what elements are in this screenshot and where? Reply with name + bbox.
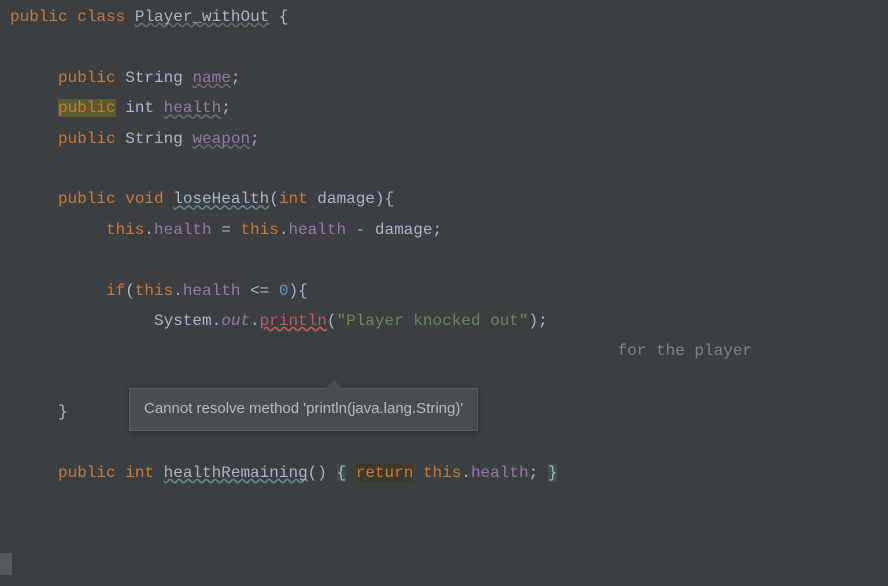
var-ref: damage [375,221,433,239]
dot: . [212,312,222,330]
keyword: void [125,190,163,208]
brace: { [298,282,308,300]
class-name: Player_withOut [135,8,269,26]
semi: ; [432,221,442,239]
semi: ; [221,99,231,117]
dot: . [461,464,471,482]
tooltip-text: Cannot resolve method 'println(java.lang… [144,400,463,417]
comment-tail: for the player [608,342,752,360]
field-ref: health [183,282,241,300]
type: String [125,130,183,148]
blank-line[interactable] [10,32,878,62]
rparen: ) [529,312,539,330]
code-line-println[interactable]: System.out.println("Player knocked out")… [10,306,878,336]
keyword: public [58,190,116,208]
code-line-method-losehealth[interactable]: public void loseHealth(int damage){ [10,184,878,214]
this-keyword: this [423,464,461,482]
field-ref: health [288,221,346,239]
lparen: ( [125,282,135,300]
this-keyword: this [106,221,144,239]
keyword: if [106,282,125,300]
number: 0 [279,282,289,300]
dot: . [173,282,183,300]
code-line-assign[interactable]: this.health = this.health - damage; [10,215,878,245]
method-name: loseHealth [173,190,269,208]
keyword: return [356,464,414,482]
field-name: health [164,99,222,117]
field-name: weapon [192,130,250,148]
brace: { [279,8,289,26]
op: <= [240,282,278,300]
code-line-method-healthremaining[interactable]: public int healthRemaining() { return th… [10,458,878,488]
code-line-1[interactable]: public class Player_withOut { [10,2,878,32]
keyword: int [125,464,154,482]
blank-line[interactable] [10,427,878,457]
code-line-obscured[interactable]: for the player [10,336,878,366]
type: int [125,99,154,117]
type: String [125,69,183,87]
semi: ; [250,130,260,148]
string-literal: "Player knocked out" [336,312,528,330]
method-name: healthRemaining [164,464,308,482]
blank-line[interactable] [10,245,878,275]
keyword: public [58,69,116,87]
dot: . [144,221,154,239]
rparen: ) [375,190,385,208]
semi: ; [538,312,548,330]
field-name: name [192,69,230,87]
brace: { [337,464,347,482]
rparen: ) [317,464,327,482]
keyword: public [58,130,116,148]
param-type: int [279,190,308,208]
code-line-if[interactable]: if(this.health <= 0){ [10,276,878,306]
code-line-field-weapon[interactable]: public String weapon; [10,124,878,154]
code-line-field-name[interactable]: public String name; [10,63,878,93]
static-field: out [221,312,250,330]
semi: ; [231,69,241,87]
param-name: damage [317,190,375,208]
keyword-highlighted: public [58,99,116,117]
field-ref: health [471,464,529,482]
op: - [346,221,375,239]
semi: ; [529,464,539,482]
dot: . [250,312,260,330]
code-line-field-health[interactable]: public int health; [10,93,878,123]
op: = [212,221,241,239]
gutter-cursor [0,553,12,575]
field-ref: health [154,221,212,239]
brace: } [548,464,558,482]
method-error: println [260,312,327,330]
this-keyword: this [135,282,173,300]
lparen: ( [269,190,279,208]
brace: } [58,403,68,421]
lparen: ( [308,464,318,482]
keyword: public [58,464,116,482]
error-tooltip: Cannot resolve method 'println(java.lang… [129,388,478,431]
keyword: class [77,8,125,26]
blank-line[interactable] [10,154,878,184]
this-keyword: this [240,221,278,239]
keyword: public [10,8,68,26]
rparen: ) [288,282,298,300]
brace: { [385,190,395,208]
dot: . [279,221,289,239]
class-ref: System [154,312,212,330]
